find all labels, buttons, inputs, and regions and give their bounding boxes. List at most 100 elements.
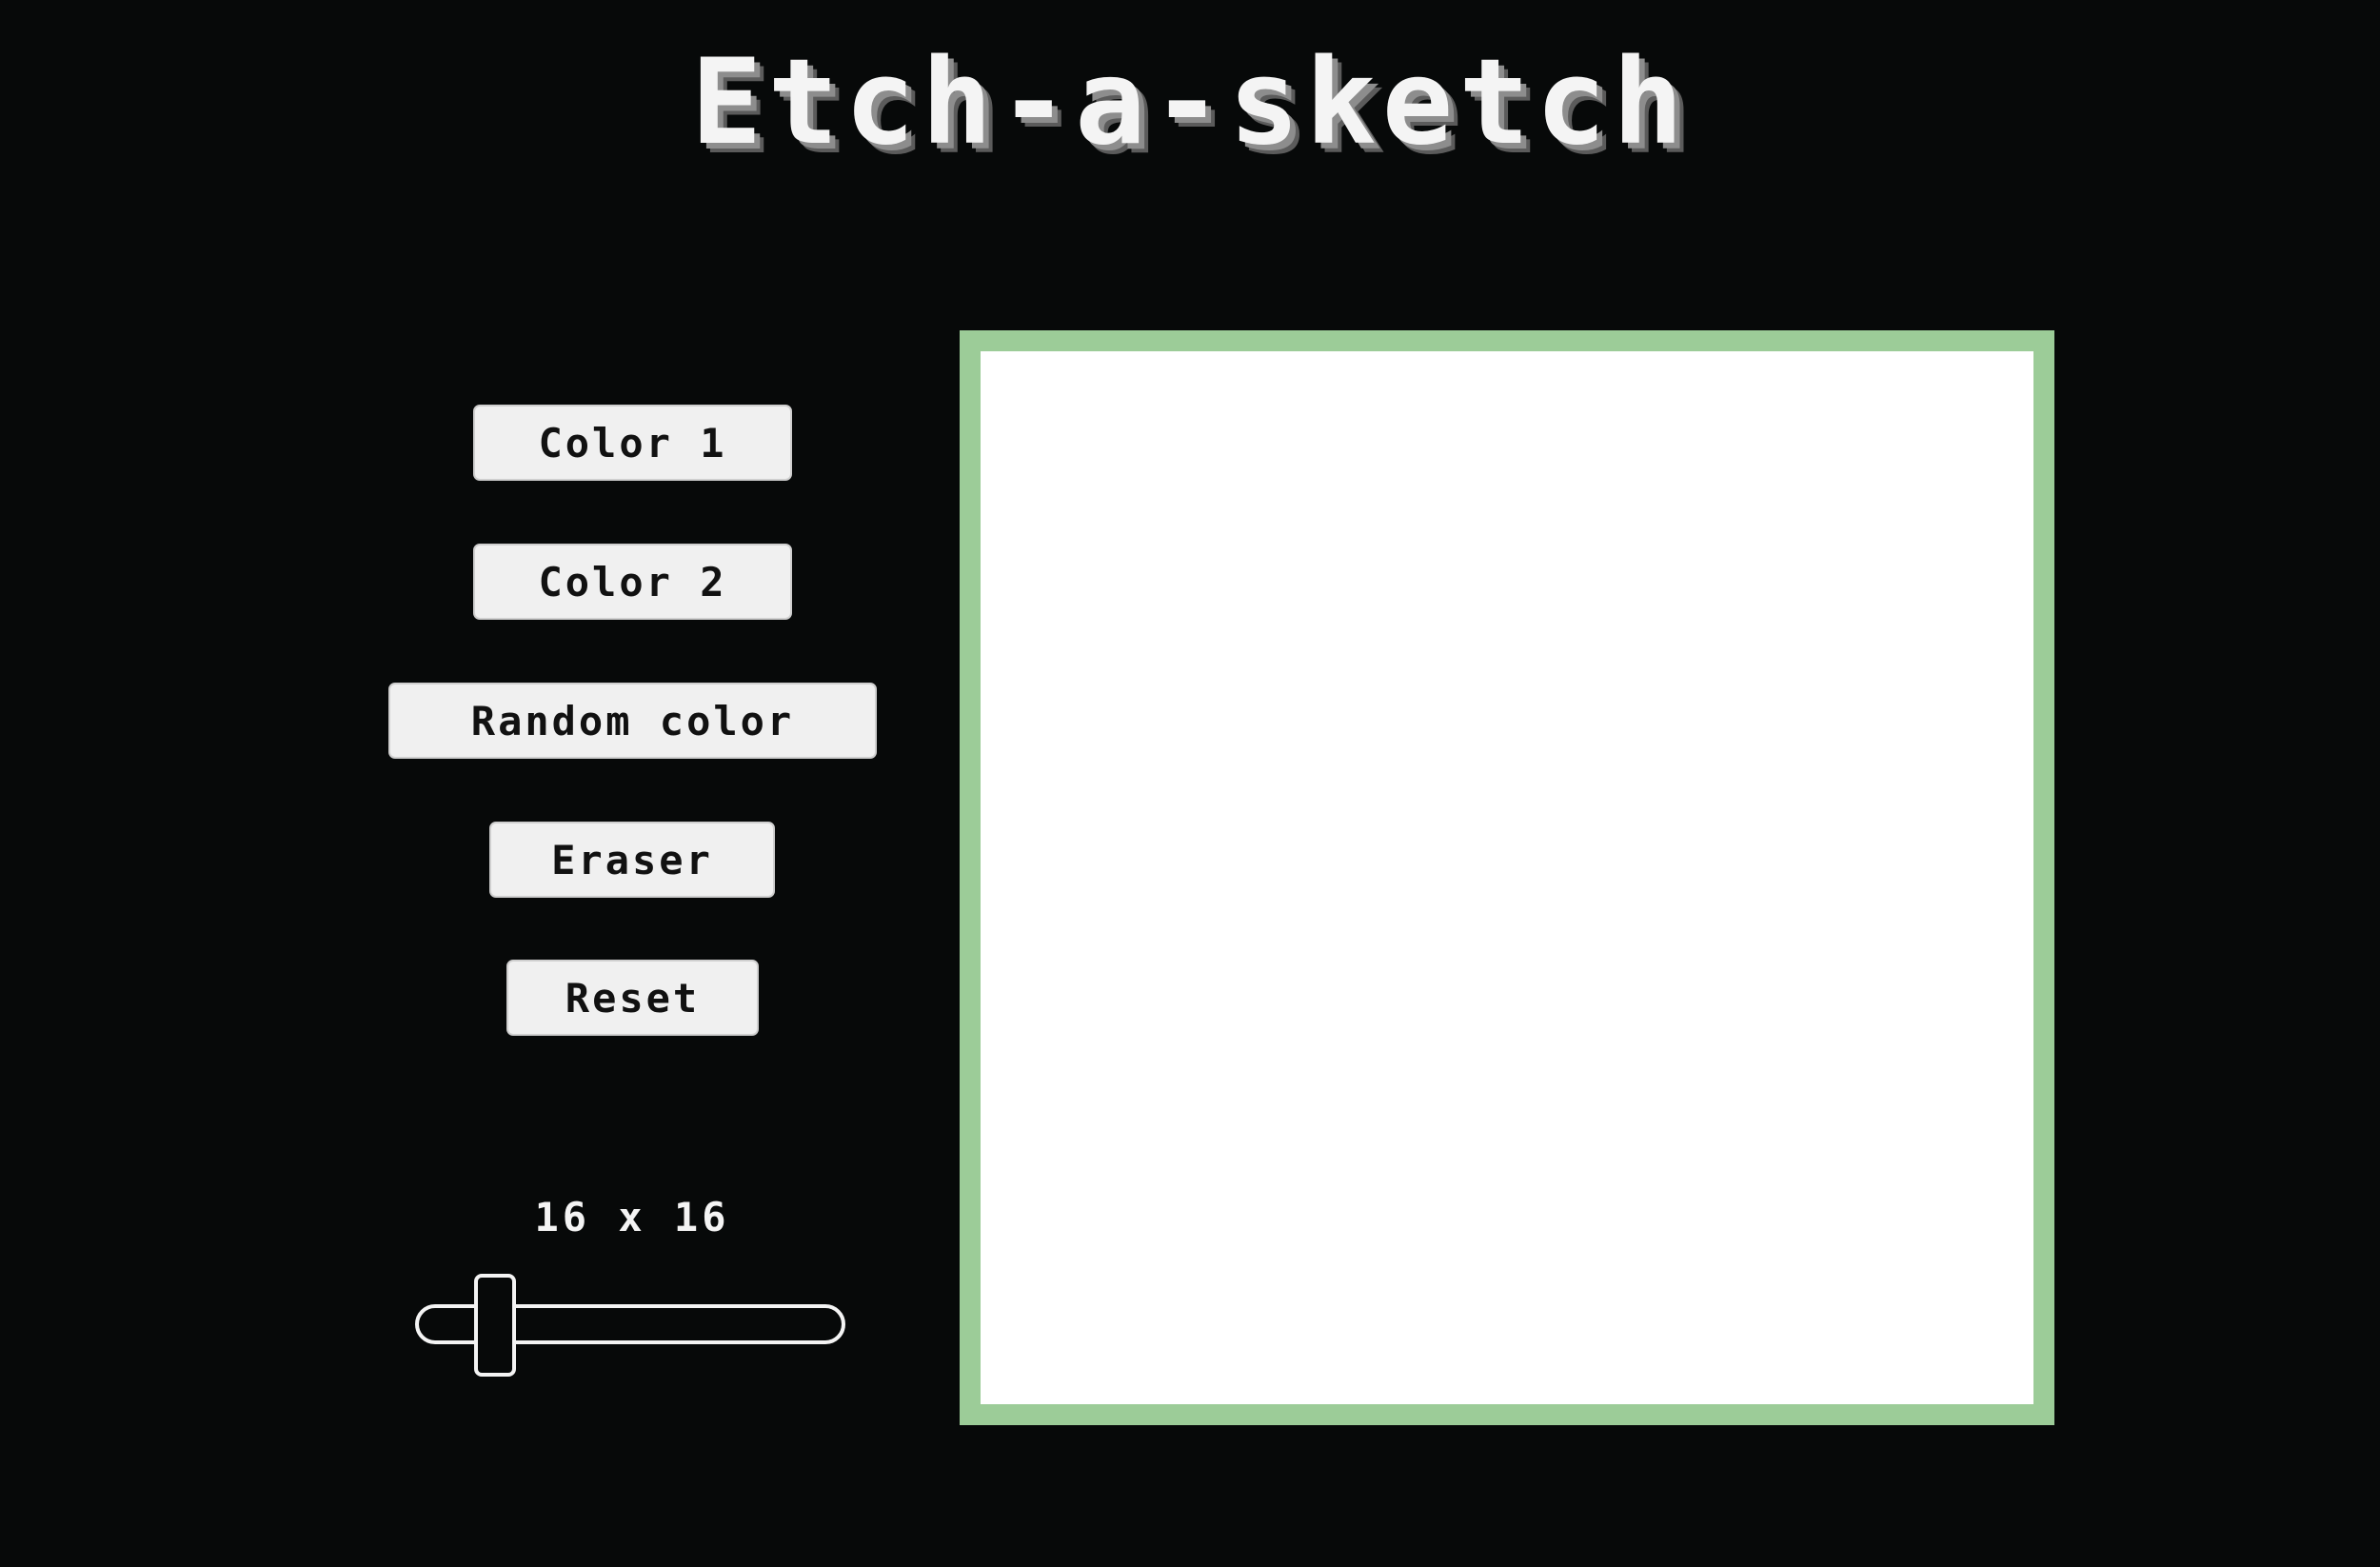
sketch-cell[interactable]: [1573, 483, 1638, 548]
sketch-cell[interactable]: [1046, 1339, 1112, 1404]
sketch-cell[interactable]: [1112, 812, 1178, 878]
sketch-cell[interactable]: [1441, 1009, 1507, 1075]
sketch-cell[interactable]: [1836, 1207, 1902, 1273]
reset-button[interactable]: Reset: [506, 960, 759, 1036]
sketch-cell[interactable]: [981, 1273, 1046, 1339]
sketch-cell[interactable]: [1704, 878, 1770, 943]
sketch-cell[interactable]: [1902, 1141, 1968, 1207]
sketch-cell[interactable]: [1638, 681, 1704, 746]
sketch-cell[interactable]: [1771, 746, 1836, 812]
sketch-cell[interactable]: [1507, 943, 1573, 1009]
sketch-cell[interactable]: [1968, 1207, 2033, 1273]
sketch-cell[interactable]: [1244, 812, 1310, 878]
sketch-cell[interactable]: [1112, 1141, 1178, 1207]
sketch-cell[interactable]: [1376, 417, 1441, 483]
sketch-cell[interactable]: [1704, 812, 1770, 878]
sketch-cell[interactable]: [1638, 351, 1704, 417]
sketch-cell[interactable]: [1310, 746, 1376, 812]
sketch-cell[interactable]: [1573, 943, 1638, 1009]
sketch-cell[interactable]: [1507, 746, 1573, 812]
grid-size-slider-thumb[interactable]: [474, 1274, 516, 1377]
sketch-cell[interactable]: [1441, 878, 1507, 943]
sketch-cell[interactable]: [1902, 878, 1968, 943]
sketch-cell[interactable]: [1112, 1009, 1178, 1075]
sketch-cell[interactable]: [1771, 615, 1836, 681]
sketch-cell[interactable]: [1310, 615, 1376, 681]
color-1-button[interactable]: Color 1: [473, 405, 792, 481]
sketch-cell[interactable]: [1968, 1339, 2033, 1404]
sketch-cell[interactable]: [1178, 483, 1243, 548]
sketch-cell[interactable]: [1046, 615, 1112, 681]
sketch-cell[interactable]: [1376, 1009, 1441, 1075]
sketch-cell[interactable]: [1112, 943, 1178, 1009]
sketch-cell[interactable]: [981, 1339, 1046, 1404]
sketch-cell[interactable]: [1310, 1273, 1376, 1339]
sketch-cell[interactable]: [981, 681, 1046, 746]
sketch-cell[interactable]: [1376, 1141, 1441, 1207]
sketch-cell[interactable]: [1638, 1273, 1704, 1339]
sketch-cell[interactable]: [1112, 417, 1178, 483]
sketch-cell[interactable]: [1441, 1141, 1507, 1207]
sketch-cell[interactable]: [1836, 351, 1902, 417]
sketch-cell[interactable]: [1376, 878, 1441, 943]
sketch-cell[interactable]: [1244, 1207, 1310, 1273]
sketch-cell[interactable]: [1112, 746, 1178, 812]
sketch-cell[interactable]: [1771, 548, 1836, 614]
sketch-cell[interactable]: [1178, 1009, 1243, 1075]
sketch-cell[interactable]: [1376, 1075, 1441, 1141]
sketch-cell[interactable]: [1507, 1141, 1573, 1207]
sketch-cell[interactable]: [1244, 1273, 1310, 1339]
sketch-cell[interactable]: [1112, 1339, 1178, 1404]
sketch-cell[interactable]: [1836, 483, 1902, 548]
sketch-cell[interactable]: [981, 1141, 1046, 1207]
sketch-cell[interactable]: [1968, 943, 2033, 1009]
sketch-cell[interactable]: [1244, 1009, 1310, 1075]
sketch-cell[interactable]: [1507, 351, 1573, 417]
sketch-cell[interactable]: [981, 1207, 1046, 1273]
sketch-cell[interactable]: [1968, 1075, 2033, 1141]
sketch-cell[interactable]: [1112, 548, 1178, 614]
sketch-cell[interactable]: [1836, 878, 1902, 943]
sketch-cell[interactable]: [1968, 746, 2033, 812]
sketch-cell[interactable]: [1441, 1207, 1507, 1273]
sketch-cell[interactable]: [1902, 812, 1968, 878]
sketch-cell[interactable]: [1046, 1141, 1112, 1207]
sketch-cell[interactable]: [981, 878, 1046, 943]
sketch-cell[interactable]: [1310, 351, 1376, 417]
sketch-cell[interactable]: [1310, 483, 1376, 548]
sketch-cell[interactable]: [1441, 548, 1507, 614]
sketch-cell[interactable]: [1638, 483, 1704, 548]
sketch-cell[interactable]: [1704, 746, 1770, 812]
sketch-cell[interactable]: [1441, 417, 1507, 483]
sketch-cell[interactable]: [1244, 548, 1310, 614]
sketch-cell[interactable]: [1507, 681, 1573, 746]
sketch-cell[interactable]: [1638, 417, 1704, 483]
sketch-cell[interactable]: [1046, 483, 1112, 548]
sketch-cell[interactable]: [1573, 1141, 1638, 1207]
sketch-cell[interactable]: [1507, 1207, 1573, 1273]
sketch-cell[interactable]: [1771, 1339, 1836, 1404]
sketch-cell[interactable]: [981, 1075, 1046, 1141]
sketch-cell[interactable]: [1573, 548, 1638, 614]
sketch-cell[interactable]: [1441, 351, 1507, 417]
sketch-cell[interactable]: [1244, 1075, 1310, 1141]
sketch-cell[interactable]: [1046, 681, 1112, 746]
sketch-cell[interactable]: [1507, 1009, 1573, 1075]
sketch-cell[interactable]: [1112, 878, 1178, 943]
sketch-cell[interactable]: [1902, 746, 1968, 812]
sketch-cell[interactable]: [1441, 746, 1507, 812]
sketch-cell[interactable]: [1244, 1339, 1310, 1404]
sketch-cell[interactable]: [1244, 1141, 1310, 1207]
sketch-cell[interactable]: [981, 351, 1046, 417]
sketch-cell[interactable]: [1704, 417, 1770, 483]
sketch-cell[interactable]: [1507, 483, 1573, 548]
sketch-cell[interactable]: [1968, 351, 2033, 417]
sketch-cell[interactable]: [1244, 615, 1310, 681]
sketch-cell[interactable]: [1046, 1075, 1112, 1141]
sketch-cell[interactable]: [1968, 878, 2033, 943]
sketch-cell[interactable]: [1704, 1009, 1770, 1075]
sketch-cell[interactable]: [1836, 1009, 1902, 1075]
sketch-cell[interactable]: [1704, 1141, 1770, 1207]
sketch-cell[interactable]: [1244, 483, 1310, 548]
sketch-cell[interactable]: [1046, 746, 1112, 812]
